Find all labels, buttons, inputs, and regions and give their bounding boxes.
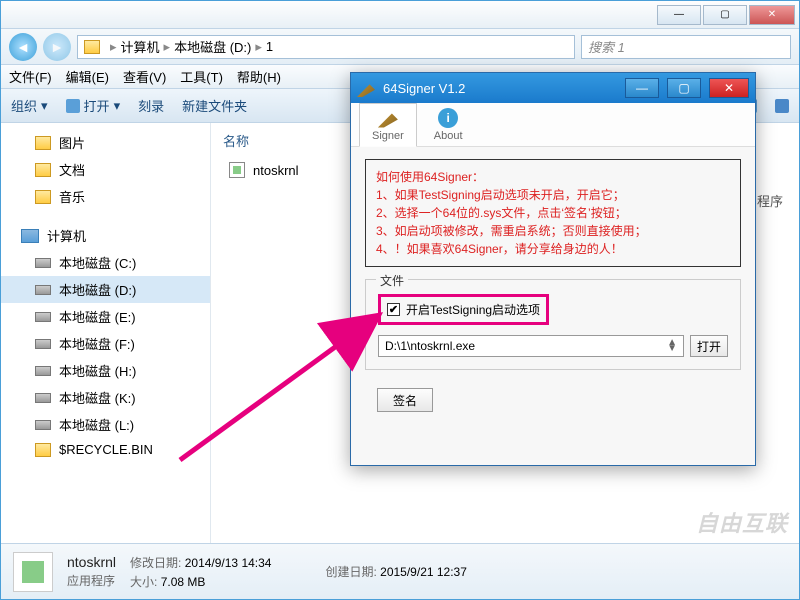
folder-icon [84,40,100,54]
drive-icon [35,285,51,295]
drive-icon [35,258,51,268]
file-path-input[interactable]: D:\1\ntoskrnl.exe ▲▼ [378,335,684,357]
sidebar-drive-d[interactable]: 本地磁盘 (D:) [1,276,210,303]
menu-view[interactable]: 查看(V) [123,67,166,86]
sidebar-recycle[interactable]: $RECYCLE.BIN [1,438,210,461]
maximize-button[interactable]: ▢ [703,5,747,25]
music-icon [35,190,51,204]
minimize-button[interactable]: — [657,5,701,25]
search-input[interactable]: 搜索 1 [581,35,791,59]
menu-edit[interactable]: 编辑(E) [66,67,109,86]
spinner-icon[interactable]: ▲▼ [667,340,677,352]
open-icon [66,99,80,113]
signer-titlebar[interactable]: 64Signer V1.2 — ▢ ✕ [351,73,755,103]
signer-title: 64Signer V1.2 [383,81,617,96]
status-size: 7.08 MB [161,575,206,589]
status-filetype: 应用程序 [67,572,116,589]
drive-icon [35,366,51,376]
search-placeholder: 搜索 1 [588,37,625,56]
sidebar-item-documents[interactable]: 文档 [1,156,210,183]
status-filename: ntoskrnl [67,554,116,570]
file-thumb-icon [13,552,53,592]
menu-file[interactable]: 文件(F) [9,67,52,86]
documents-icon [35,163,51,177]
explorer-titlebar: — ▢ ✕ [1,1,799,29]
crumb-folder[interactable]: 1 [266,39,273,54]
sidebar-drive-f[interactable]: 本地磁盘 (F:) [1,330,210,357]
signer-tabs: Signer i About [351,103,755,147]
sidebar-drive-l[interactable]: 本地磁盘 (L:) [1,411,210,438]
pictures-icon [35,136,51,150]
group-legend: 文件 [376,272,408,289]
sidebar-drive-c[interactable]: 本地磁盘 (C:) [1,249,210,276]
exe-icon [229,162,245,178]
drive-icon [35,420,51,430]
pen-icon [378,108,398,128]
checkbox-label: 开启TestSigning启动选项 [406,301,540,318]
computer-icon [21,229,39,243]
signer-minimize-button[interactable]: — [625,78,659,98]
folder-icon [35,443,51,457]
file-name: ntoskrnl [253,163,299,178]
menu-help[interactable]: 帮助(H) [237,67,281,86]
crumb-drive[interactable]: 本地磁盘 (D:) [174,37,251,56]
sidebar-drive-e[interactable]: 本地磁盘 (E:) [1,303,210,330]
signer-close-button[interactable]: ✕ [709,78,749,98]
sidebar-computer[interactable]: 计算机 [1,220,210,249]
toolbar-newfolder[interactable]: 新建文件夹 [182,96,247,115]
instructions-box: 如何使用64Signer： 1、如果TestSigning启动选项未开启，开启它… [365,159,741,267]
menu-tools[interactable]: 工具(T) [180,67,223,86]
forward-button[interactable]: ► [43,33,71,61]
address-bar: ◄ ► ▸ 计算机 ▸ 本地磁盘 (D:) ▸ 1 搜索 1 [1,29,799,65]
file-group: 文件 ✔ 开启TestSigning启动选项 D:\1\ntoskrnl.exe… [365,279,741,370]
testsigning-checkbox-row[interactable]: ✔ 开启TestSigning启动选项 [378,294,549,325]
sidebar-item-pictures[interactable]: 图片 [1,129,210,156]
open-file-button[interactable]: 打开 [690,335,728,357]
toolbar-open[interactable]: 打开 ▾ [66,96,121,115]
sidebar-item-music[interactable]: 音乐 [1,183,210,210]
sidebar: 图片 文档 音乐 计算机 本地磁盘 (C:) 本地磁盘 (D:) 本地磁盘 (E… [1,123,211,543]
instruction-line: 1、如果TestSigning启动选项未开启，开启它； [376,186,730,204]
checkbox-icon[interactable]: ✔ [387,303,400,316]
sign-button[interactable]: 签名 [377,388,433,412]
toolbar-burn[interactable]: 刻录 [138,96,164,115]
status-modified: 2014/9/13 14:34 [185,556,272,570]
instruction-line: 4、！如果喜欢64Signer，请分享给身边的人！ [376,240,730,258]
back-button[interactable]: ◄ [9,33,37,61]
info-icon: i [438,108,458,128]
tab-about[interactable]: i About [421,103,476,147]
signer-window: 64Signer V1.2 — ▢ ✕ Signer i About 如何使用6… [350,72,756,466]
sidebar-drive-h[interactable]: 本地磁盘 (H:) [1,357,210,384]
watermark: 自由互联 [696,506,788,538]
instruction-line: 3、如启动项被修改，需重启系统；否则直接使用； [376,222,730,240]
crumb-root[interactable]: 计算机 [121,37,160,56]
details-pane: ntoskrnl 应用程序 修改日期: 2014/9/13 14:34 大小: … [1,543,799,599]
status-created: 2015/9/21 12:37 [380,565,467,579]
tab-signer[interactable]: Signer [359,103,417,147]
pen-icon [357,79,375,97]
breadcrumb[interactable]: ▸ 计算机 ▸ 本地磁盘 (D:) ▸ 1 [77,35,575,59]
toolbar-organize[interactable]: 组织 ▾ [11,96,48,115]
instruction-line: 2、选择一个64位的.sys文件，点击‘签名’按钮； [376,204,730,222]
close-button[interactable]: ✕ [749,5,795,25]
drive-icon [35,339,51,349]
drive-icon [35,312,51,322]
help-icon[interactable] [775,99,789,113]
drive-icon [35,393,51,403]
signer-maximize-button[interactable]: ▢ [667,78,701,98]
sidebar-drive-k[interactable]: 本地磁盘 (K:) [1,384,210,411]
